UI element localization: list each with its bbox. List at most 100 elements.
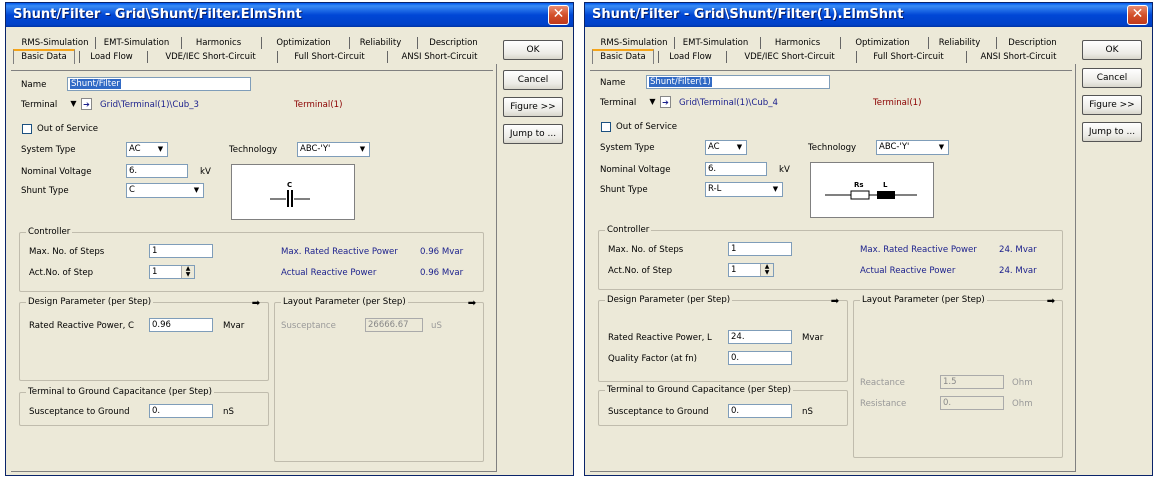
max-steps-field[interactable]: 1 [149, 244, 213, 258]
tab-ansi-short-circuit[interactable]: ANSI Short-Circuit [387, 51, 491, 63]
system-type-label: System Type [21, 145, 76, 155]
resistance-ohm-unit: Ohm [1012, 399, 1033, 409]
tab-vde-iec-short-circuit[interactable]: VDE/IEC Short-Circuit [726, 51, 852, 63]
technology-select[interactable]: ABC-'Y' ▼ [297, 142, 370, 157]
terminal-ref: Terminal(1) [873, 98, 922, 108]
shunt-type-label: Shunt Type [21, 186, 69, 196]
act-step-stepper[interactable]: 1 ▲ ▼ [149, 265, 195, 279]
layout-jump-arrow-icon[interactable]: ➡ [465, 297, 479, 311]
terminal-dropdown-icon[interactable]: ▼ [647, 96, 658, 108]
tab-full-short-circuit[interactable]: Full Short-Circuit [856, 51, 960, 63]
system-type-select[interactable]: AC ▼ [705, 140, 747, 155]
system-type-value: AC [708, 142, 720, 152]
left-title-bar[interactable]: Shunt/Filter - Grid\Shunt/Filter.ElmShnt… [6, 3, 573, 27]
technology-select[interactable]: ABC-'Y' ▼ [876, 140, 949, 155]
tab-reliability[interactable]: Reliability [349, 37, 411, 49]
out-of-service-label: Out of Service [37, 124, 99, 134]
tab-basic-data[interactable]: Basic Data [13, 49, 75, 64]
out-of-service-checkbox[interactable] [601, 122, 611, 132]
capacitor-symbol-icon: C [270, 181, 310, 207]
mvar-unit: Mvar [802, 333, 824, 343]
tab-description[interactable]: Description [417, 37, 489, 49]
act-step-stepper[interactable]: 1 ▲ ▼ [728, 263, 774, 277]
tab-basic-data[interactable]: Basic Data [592, 49, 654, 64]
system-type-value: AC [129, 144, 141, 154]
name-label: Name [600, 78, 626, 88]
susc-ground-field[interactable]: 0. [728, 404, 792, 418]
tab-rms-simulation[interactable]: RMS-Simulation [19, 37, 91, 49]
tab-load-flow[interactable]: Load Flow [79, 51, 143, 63]
quality-field[interactable]: 0. [728, 351, 792, 365]
name-field[interactable]: Shunt/Filter(1) [646, 75, 830, 89]
shunt-type-select[interactable]: R-L ▼ [705, 182, 783, 197]
terminal-label: Terminal [600, 98, 637, 108]
jump-to-button[interactable]: Jump to ... [1082, 122, 1142, 142]
design-jump-arrow-icon[interactable]: ➡ [249, 297, 263, 311]
close-icon[interactable]: ✕ [1127, 5, 1148, 25]
cancel-button[interactable]: Cancel [1082, 68, 1142, 88]
spinner-arrows-icon[interactable]: ▲ ▼ [181, 266, 194, 278]
tab-vde-iec-short-circuit[interactable]: VDE/IEC Short-Circuit [147, 51, 273, 63]
max-steps-field[interactable]: 1 [728, 242, 792, 256]
ns-unit: nS [223, 407, 234, 417]
design-parameter-label: Design Parameter (per Step) [26, 297, 154, 307]
tab-harmonics[interactable]: Harmonics [181, 37, 255, 49]
max-steps-label: Max. No. of Steps [29, 247, 105, 257]
shunt-type-select[interactable]: C ▼ [126, 183, 204, 198]
cancel-button[interactable]: Cancel [503, 70, 563, 90]
kv-unit: kV [200, 167, 211, 177]
terminal-jump-arrow-icon[interactable]: ➔ [81, 98, 92, 110]
max-steps-label: Max. No. of Steps [608, 245, 684, 255]
technology-label: Technology [808, 143, 857, 153]
layout-parameter-label: Layout Parameter (per Step) [281, 297, 408, 307]
controller-label: Controller [605, 225, 652, 235]
nominal-voltage-field[interactable]: 6. [126, 164, 188, 178]
act-step-value: 1 [731, 265, 737, 275]
right-tab-strip: RMS-Simulation EMT-Simulation Harmonics … [588, 36, 1076, 71]
nominal-voltage-field[interactable]: 6. [705, 162, 767, 176]
tab-optimization[interactable]: Optimization [261, 37, 345, 49]
design-jump-arrow-icon[interactable]: ➡ [828, 295, 842, 309]
close-icon[interactable]: ✕ [548, 5, 569, 25]
actual-q-value: 0.96 Mvar [420, 268, 464, 278]
left-tab-strip: RMS-Simulation EMT-Simulation Harmonics … [9, 36, 497, 71]
ok-button[interactable]: OK [503, 40, 563, 60]
tab-rms-simulation[interactable]: RMS-Simulation [598, 37, 670, 49]
susc-ground-label: Susceptance to Ground [608, 407, 709, 417]
diagram-l-label: L [883, 181, 888, 189]
out-of-service-checkbox[interactable] [22, 124, 32, 134]
jump-to-button[interactable]: Jump to ... [503, 124, 563, 144]
name-field[interactable]: Shunt/Filter [67, 77, 251, 91]
terminal-label: Terminal [21, 100, 58, 110]
max-rated-q-label: Max. Rated Reactive Power [281, 247, 398, 257]
layout-parameter-label: Layout Parameter (per Step) [860, 295, 987, 305]
max-rated-q-value: 24. Mvar [999, 245, 1037, 255]
tab-load-flow[interactable]: Load Flow [658, 51, 722, 63]
name-label: Name [21, 80, 47, 90]
rated-q-label: Rated Reactive Power, L [608, 333, 712, 343]
rated-q-field[interactable]: 0.96 [149, 318, 213, 332]
tab-optimization[interactable]: Optimization [840, 37, 924, 49]
spinner-arrows-icon[interactable]: ▲ ▼ [760, 264, 773, 276]
rated-q-label: Rated Reactive Power, C [29, 321, 135, 331]
terminal-jump-arrow-icon[interactable]: ➔ [660, 96, 671, 108]
tab-ansi-short-circuit[interactable]: ANSI Short-Circuit [966, 51, 1070, 63]
chevron-down-icon: ▼ [157, 145, 164, 153]
tab-emt-simulation[interactable]: EMT-Simulation [674, 37, 756, 49]
tab-reliability[interactable]: Reliability [928, 37, 990, 49]
susc-ground-field[interactable]: 0. [149, 404, 213, 418]
tab-description[interactable]: Description [996, 37, 1068, 49]
left-dialog-window: Shunt/Filter - Grid\Shunt/Filter.ElmShnt… [5, 2, 574, 476]
terminal-dropdown-icon[interactable]: ▼ [68, 98, 79, 110]
terminal-ref: Terminal(1) [294, 100, 343, 110]
tab-emt-simulation[interactable]: EMT-Simulation [95, 37, 177, 49]
system-type-select[interactable]: AC ▼ [126, 142, 168, 157]
figure-button[interactable]: Figure >> [1082, 95, 1142, 115]
figure-button[interactable]: Figure >> [503, 97, 563, 117]
tab-full-short-circuit[interactable]: Full Short-Circuit [277, 51, 381, 63]
tab-harmonics[interactable]: Harmonics [760, 37, 834, 49]
rated-q-field[interactable]: 24. [728, 330, 792, 344]
right-title-bar[interactable]: Shunt/Filter - Grid\Shunt/Filter(1).ElmS… [585, 3, 1152, 27]
ok-button[interactable]: OK [1082, 40, 1142, 60]
layout-jump-arrow-icon[interactable]: ➡ [1044, 295, 1058, 309]
